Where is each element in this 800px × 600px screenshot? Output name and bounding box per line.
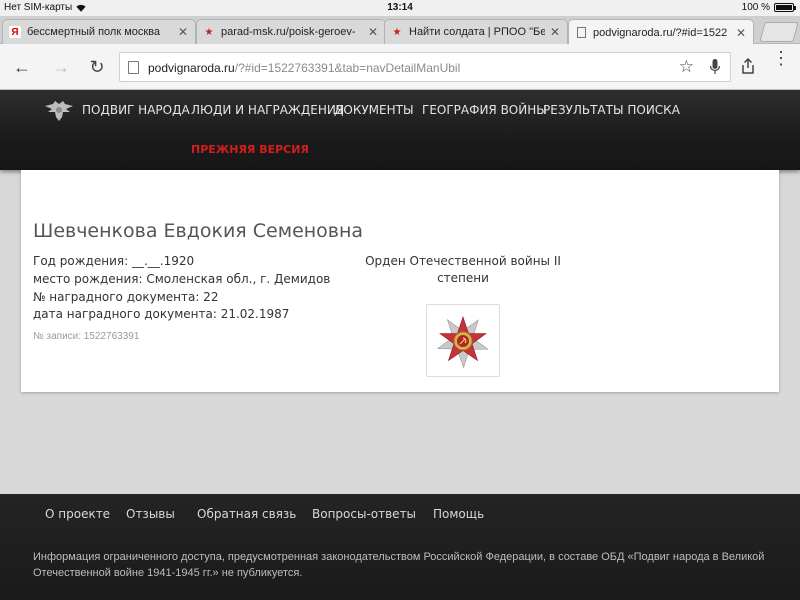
tab-title: Найти солдата | РПОО "Бе [409,26,545,38]
award-title[interactable]: Орден Отечественной войны II степени [359,253,567,287]
battery-icon [774,3,796,12]
nav-podvig-naroda[interactable]: ПОДВИГ НАРОДА [82,103,190,117]
red-star-icon: ★ [392,26,402,38]
footer-faq-link[interactable]: Вопросы-ответы [312,507,416,521]
award-doc-number: № наградного документа: 22 [33,290,219,304]
url-text[interactable]: podvignaroda.ru/?#id=1522763391&tab=navD… [148,61,460,75]
award-doc-date: дата наградного документа: 21.02.1987 [33,307,290,321]
share-icon[interactable] [741,58,755,74]
browser-toolbar: ← → ↻ podvignaroda.ru/?#id=1522763391&ta… [0,44,800,90]
birth-place: место рождения: Смоленская обл., г. Деми… [33,272,331,286]
menu-dots-icon[interactable]: ⋮ [772,49,790,67]
nav-geography[interactable]: ГЕОГРАФИЯ ВОЙНЫ [422,103,547,117]
status-bar: Нет SIM-карты 13:14 100 % [0,0,800,16]
tab-4-active[interactable]: podvignaroda.ru/?#id=1522 ✕ [568,19,754,45]
tab-2[interactable]: ★ parad-msk.ru/poisk-geroev- ✕ [196,19,386,44]
previous-version-link[interactable]: ПРЕЖНЯЯ ВЕРСИЯ [191,143,309,156]
site-footer: О проекте Отзывы Обратная связь Вопросы-… [0,494,800,600]
nav-people-awards[interactable]: ЛЮДИ И НАГРАЖДЕНИЯ [191,103,344,117]
close-icon[interactable]: ✕ [549,25,561,39]
award-title-line1: Орден Отечественной войны II [365,254,561,268]
tab-1[interactable]: Я бессмертный полк москва ✕ [2,19,196,44]
footer-about-link[interactable]: О проекте [45,507,110,521]
footer-disclaimer: Информация ограниченного доступа, предус… [33,551,765,579]
birth-year: Год рождения: __.__.1920 [33,254,195,268]
clock: 13:14 [387,2,413,13]
tab-title: бессмертный полк москва [27,26,161,38]
close-icon[interactable]: ✕ [177,25,189,39]
tab-title: podvignaroda.ru/?#id=1522 [593,26,728,39]
person-card: Шевченкова Евдокия Семеновна Год рождени… [21,170,779,392]
red-star-icon: ★ [204,26,214,38]
tab-strip: Я бессмертный полк москва ✕ ★ parad-msk.… [0,16,800,45]
bookmark-star-icon[interactable]: ☆ [679,57,694,77]
reload-icon[interactable]: ↻ [86,56,108,78]
page-icon [575,27,587,39]
address-bar[interactable]: podvignaroda.ru/?#id=1522763391&tab=navD… [119,52,731,82]
record-id: № записи: 1522763391 [33,331,140,342]
footer-help-link[interactable]: Помощь [433,507,484,521]
eagle-logo-icon[interactable] [44,100,74,122]
person-name: Шевченкова Евдокия Семеновна [33,220,364,242]
new-tab-button[interactable] [759,22,799,42]
site-header: ПОДВИГ НАРОДА ЛЮДИ И НАГРАЖДЕНИЯ ДОКУМЕН… [0,90,800,170]
microphone-icon[interactable] [710,59,720,75]
award-title-line2: степени [437,271,489,285]
nav-search-results[interactable]: РЕЗУЛЬТАТЫ ПОИСКА [543,103,680,117]
yandex-icon: Я [9,26,21,38]
footer-reviews-link[interactable]: Отзывы [126,507,175,521]
order-star-icon [436,315,489,368]
close-icon[interactable]: ✕ [735,26,747,40]
order-patriotic-war-icon[interactable] [426,304,500,377]
forward-arrow-icon[interactable]: → [50,56,72,78]
nav-documents[interactable]: ДОКУМЕНТЫ [334,103,414,117]
tab-3[interactable]: ★ Найти солдата | РПОО "Бе ✕ [384,19,568,44]
footer-feedback-link[interactable]: Обратная связь [197,507,296,521]
tab-title: parad-msk.ru/poisk-geroev- [221,26,356,38]
close-icon[interactable]: ✕ [367,25,379,39]
page-info-icon[interactable] [128,61,139,74]
battery-percent: 100 % [741,2,770,13]
back-arrow-icon[interactable]: ← [11,56,33,78]
